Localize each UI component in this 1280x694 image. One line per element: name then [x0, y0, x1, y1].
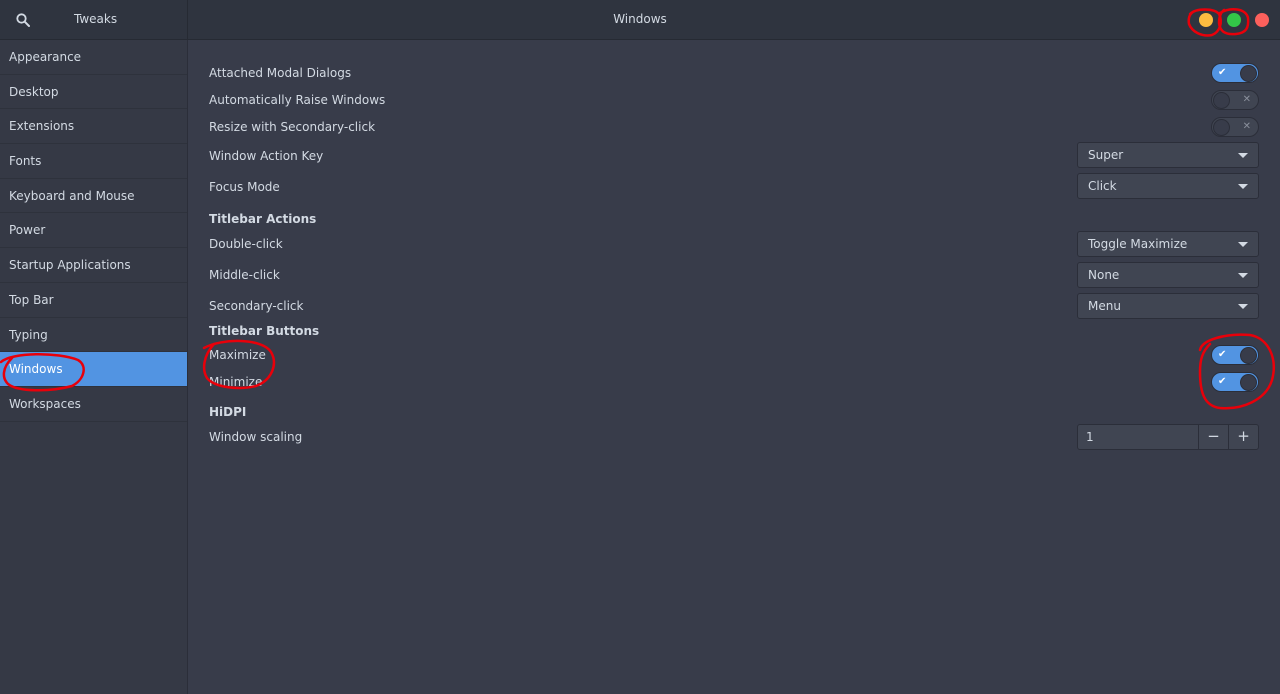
sidebar-item-typing[interactable]: Typing	[0, 318, 187, 353]
dropdown-value: Menu	[1088, 299, 1121, 313]
attached-modal-switch[interactable]: ✔	[1211, 63, 1259, 83]
sidebar-item-fonts[interactable]: Fonts	[0, 144, 187, 179]
window-scaling-label: Window scaling	[209, 430, 303, 444]
minimize-label: Minimize	[209, 375, 263, 389]
middle-click-label: Middle-click	[209, 268, 280, 282]
window-maximize-button[interactable]	[1227, 13, 1241, 27]
titlebar-actions-heading: Titlebar Actions	[209, 212, 317, 226]
dropdown-arrow-icon	[1238, 184, 1248, 189]
page-title: Windows	[613, 12, 667, 26]
switch-knob	[1240, 65, 1257, 82]
auto-raise-switch[interactable]: ✕	[1211, 90, 1259, 110]
secondary-click-label: Secondary-click	[209, 299, 304, 313]
sidebar-item-windows[interactable]: Windows	[0, 352, 187, 387]
sidebar-item-appearance[interactable]: Appearance	[0, 40, 187, 75]
hidpi-heading: HiDPI	[209, 405, 247, 419]
focus-mode-label: Focus Mode	[209, 180, 280, 194]
window-minimize-button[interactable]	[1199, 13, 1213, 27]
window-scaling-value[interactable]: 1	[1086, 430, 1094, 444]
decrement-button[interactable]: −	[1198, 425, 1228, 449]
app-title: Tweaks	[74, 12, 118, 26]
sidebar-item-desktop[interactable]: Desktop	[0, 75, 187, 110]
minimize-switch[interactable]: ✔	[1211, 372, 1259, 392]
dropdown-arrow-icon	[1238, 304, 1248, 309]
window-scaling-spinbox[interactable]: 1 − +	[1077, 424, 1259, 450]
resize-secondary-switch[interactable]: ✕	[1211, 117, 1259, 137]
cross-icon: ✕	[1242, 94, 1251, 105]
switch-knob	[1213, 92, 1230, 109]
dropdown-arrow-icon	[1238, 242, 1248, 247]
switch-knob	[1240, 374, 1257, 391]
dropdown-arrow-icon	[1238, 273, 1248, 278]
sidebar-item-workspaces[interactable]: Workspaces	[0, 387, 187, 422]
double-click-label: Double-click	[209, 237, 283, 251]
switch-knob	[1213, 119, 1230, 136]
maximize-label: Maximize	[209, 348, 266, 362]
dropdown-arrow-icon	[1238, 153, 1248, 158]
window-close-button[interactable]	[1255, 13, 1269, 27]
middle-click-dropdown[interactable]: None	[1077, 262, 1259, 288]
sidebar-item-power[interactable]: Power	[0, 213, 187, 249]
sidebar-item-extensions[interactable]: Extensions	[0, 109, 187, 145]
header-left-pane: Tweaks	[0, 0, 188, 40]
check-icon: ✔	[1218, 67, 1227, 78]
attached-modal-label: Attached Modal Dialogs	[209, 66, 352, 80]
switch-knob	[1240, 347, 1257, 364]
resize-secondary-label: Resize with Secondary-click	[209, 120, 376, 134]
search-icon	[16, 13, 30, 27]
dropdown-value: Toggle Maximize	[1088, 237, 1188, 251]
search-button[interactable]	[10, 8, 36, 32]
sidebar-item-keyboard-and-mouse[interactable]: Keyboard and Mouse	[0, 179, 187, 214]
action-key-label: Window Action Key	[209, 149, 324, 163]
auto-raise-label: Automatically Raise Windows	[209, 93, 386, 107]
dropdown-value: Click	[1088, 179, 1117, 193]
check-icon: ✔	[1218, 349, 1227, 360]
check-icon: ✔	[1218, 376, 1227, 387]
action-key-dropdown[interactable]: Super	[1077, 142, 1259, 168]
sidebar-item-startup-applications[interactable]: Startup Applications	[0, 248, 187, 283]
maximize-switch[interactable]: ✔	[1211, 345, 1259, 365]
sidebar: Appearance Desktop Extensions Fonts Keyb…	[0, 40, 188, 694]
focus-mode-dropdown[interactable]: Click	[1077, 173, 1259, 199]
titlebar-buttons-heading: Titlebar Buttons	[209, 324, 320, 338]
double-click-dropdown[interactable]: Toggle Maximize	[1077, 231, 1259, 257]
header-bar: Tweaks Windows	[0, 0, 1280, 40]
sidebar-item-top-bar[interactable]: Top Bar	[0, 283, 187, 318]
dropdown-value: Super	[1088, 148, 1124, 162]
settings-panel: Attached Modal Dialogs ✔ Automatically R…	[189, 40, 1280, 694]
secondary-click-dropdown[interactable]: Menu	[1077, 293, 1259, 319]
dropdown-value: None	[1088, 268, 1120, 282]
increment-button[interactable]: +	[1228, 425, 1258, 449]
cross-icon: ✕	[1242, 121, 1251, 132]
